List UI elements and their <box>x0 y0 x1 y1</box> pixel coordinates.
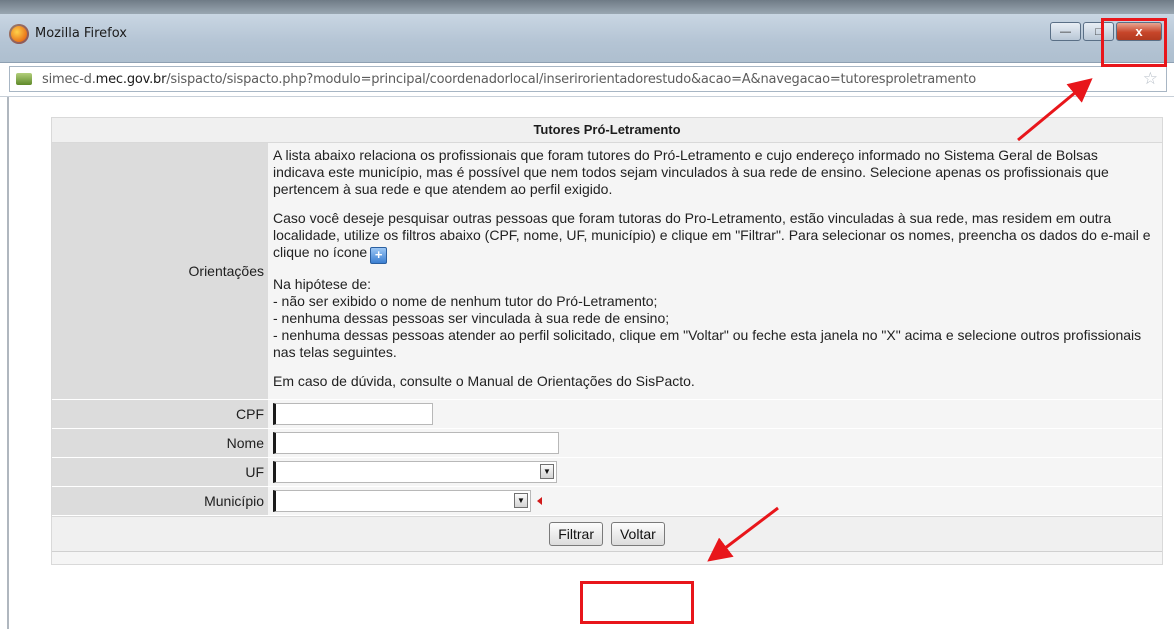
arrow-to-close <box>1017 78 1093 142</box>
arrow-to-voltar <box>707 506 779 562</box>
annotation-arrows <box>707 78 1093 562</box>
